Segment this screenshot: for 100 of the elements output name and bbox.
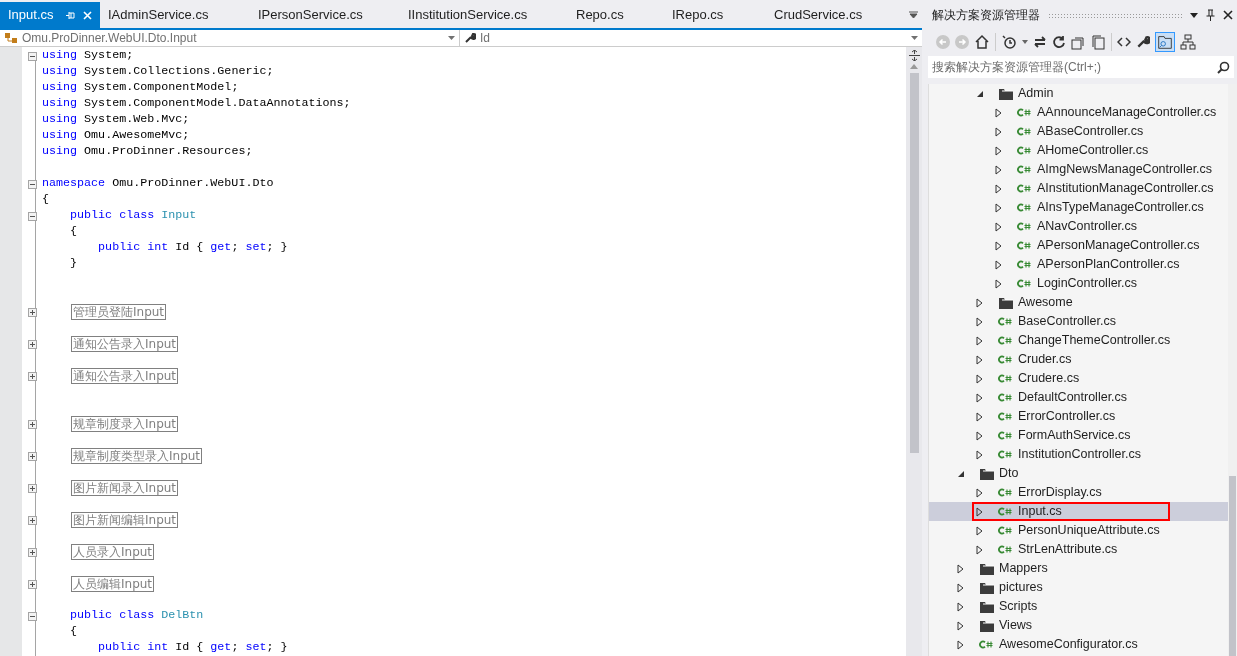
expanded-arrow-icon[interactable] [976,89,984,98]
editor-tab[interactable]: IInstitutionService.cs [400,2,568,28]
tree-item[interactable]: Views [929,616,1228,635]
collapse-all-icon[interactable] [1071,34,1086,50]
dropdown-icon[interactable] [1190,12,1198,18]
editor-tab[interactable]: Repo.cs [568,2,664,28]
collapsed-arrow-icon[interactable] [976,316,983,327]
collapsed-arrow-icon[interactable] [957,601,964,612]
collapsed-arrow-icon[interactable] [995,221,1002,232]
collapsed-region[interactable]: 规章制度录入Input [71,416,179,432]
expand-icon[interactable] [27,579,37,589]
collapse-icon[interactable] [27,179,37,189]
tree-item[interactable]: Mappers [929,559,1228,578]
collapsed-arrow-icon[interactable] [995,240,1002,251]
expanded-arrow-icon[interactable] [957,469,965,478]
tree-item[interactable]: Admin [929,84,1228,103]
tree-item[interactable]: Dto [929,464,1228,483]
expand-icon[interactable] [27,483,37,493]
tree-item[interactable]: pictures [929,578,1228,597]
tree-item[interactable]: FormAuthService.cs [929,426,1228,445]
tree-item[interactable]: APersonPlanController.cs [929,255,1228,274]
collapsed-arrow-icon[interactable] [995,183,1002,194]
collapsed-region[interactable]: 图片新闻录入Input [71,480,179,496]
preview-icon[interactable] [1155,32,1175,52]
caret-icon[interactable] [1022,40,1028,44]
tree-item[interactable]: LoginController.cs [929,274,1228,293]
collapsed-arrow-icon[interactable] [995,107,1002,118]
collapsed-region[interactable]: 通知公告录入Input [71,368,179,384]
collapsed-region[interactable]: 管理员登陆Input [71,304,167,320]
tree-item[interactable]: ErrorDisplay.cs [929,483,1228,502]
tree-item[interactable]: BaseController.cs [929,312,1228,331]
code-icon[interactable] [1117,37,1131,47]
collapsed-arrow-icon[interactable] [976,297,983,308]
search-field[interactable]: 搜索解决方案资源管理器(Ctrl+;) [928,56,1234,78]
tree-item[interactable]: ABaseController.cs [929,122,1228,141]
editor-tab[interactable]: CrudService.cs [766,2,906,28]
sync-icon[interactable] [1033,36,1047,48]
tree-item[interactable]: Crudere.cs [929,369,1228,388]
expand-icon[interactable] [27,419,37,429]
overflow-icon[interactable] [909,11,918,19]
collapsed-arrow-icon[interactable] [976,354,983,365]
type-dropdown[interactable]: Omu.ProDinner.WebUI.Dto.Input [0,30,460,46]
collapsed-arrow-icon[interactable] [976,449,983,460]
collapsed-arrow-icon[interactable] [995,164,1002,175]
collapsed-arrow-icon[interactable] [976,544,983,555]
collapsed-arrow-icon[interactable] [995,202,1002,213]
refresh-icon[interactable] [1052,35,1066,49]
tree-item[interactable]: AAnnounceManageController.cs [929,103,1228,122]
home-icon[interactable] [974,34,990,50]
collapsed-arrow-icon[interactable] [957,563,964,574]
member-dropdown[interactable]: Id [460,30,922,46]
collapse-icon[interactable] [27,611,37,621]
tree-item[interactable]: AImgNewsManageController.cs [929,160,1228,179]
show-all-files-icon[interactable] [1091,34,1106,50]
collapsed-arrow-icon[interactable] [995,145,1002,156]
tree-item[interactable]: InstitutionController.cs [929,445,1228,464]
tree-item[interactable]: Scripts [929,597,1228,616]
expand-icon[interactable] [27,339,37,349]
expand-icon[interactable] [27,547,37,557]
splitter-icon[interactable] [908,50,920,61]
tree-item[interactable]: AInstitutionManageController.cs [929,179,1228,198]
collapsed-arrow-icon[interactable] [957,582,964,593]
editor-tab[interactable]: IAdminService.cs [100,2,250,28]
tree-item[interactable]: DefaultController.cs [929,388,1228,407]
tree-item[interactable]: ErrorController.cs [929,407,1228,426]
editor-tab[interactable]: IRepo.cs [664,2,766,28]
collapse-icon[interactable] [27,51,37,61]
tree-item[interactable]: AInsTypeManageController.cs [929,198,1228,217]
pin-icon[interactable] [1206,9,1215,21]
editor-tab[interactable]: IPersonService.cs [250,2,400,28]
collapsed-arrow-icon[interactable] [976,411,983,422]
scrollbar-thumb[interactable] [1229,476,1236,656]
close-icon[interactable] [1223,10,1233,20]
tree-item[interactable]: APersonManageController.cs [929,236,1228,255]
tree-item[interactable]: Cruder.cs [929,350,1228,369]
vertical-scrollbar[interactable] [906,47,922,656]
vertical-scrollbar[interactable] [1228,84,1237,656]
tree-item[interactable]: ChangeThemeController.cs [929,331,1228,350]
collapsed-arrow-icon[interactable] [976,487,983,498]
collapsed-region[interactable]: 图片新闻编辑Input [71,512,179,528]
collapsed-arrow-icon[interactable] [976,373,983,384]
collapsed-arrow-icon[interactable] [957,620,964,631]
collapsed-arrow-icon[interactable] [995,126,1002,137]
tree-item[interactable]: AwesomeConfigurator.cs [929,635,1228,654]
collapsed-arrow-icon[interactable] [957,639,964,650]
collapsed-arrow-icon[interactable] [976,525,983,536]
collapsed-region[interactable]: 人员编辑Input [71,576,155,592]
expand-icon[interactable] [27,307,37,317]
expand-icon[interactable] [27,515,37,525]
collapsed-arrow-icon[interactable] [995,278,1002,289]
tree-item[interactable]: Awesome [929,293,1228,312]
wrench-icon[interactable] [1136,35,1150,49]
tree-item[interactable]: ANavController.cs [929,217,1228,236]
collapsed-region[interactable]: 规章制度类型录入Input [71,448,203,464]
collapsed-arrow-icon[interactable] [976,506,983,517]
collapsed-arrow-icon[interactable] [976,392,983,403]
expand-icon[interactable] [27,451,37,461]
collapsed-region[interactable]: 通知公告录入Input [71,336,179,352]
class-diagram-icon[interactable] [1180,34,1196,50]
collapsed-arrow-icon[interactable] [976,430,983,441]
